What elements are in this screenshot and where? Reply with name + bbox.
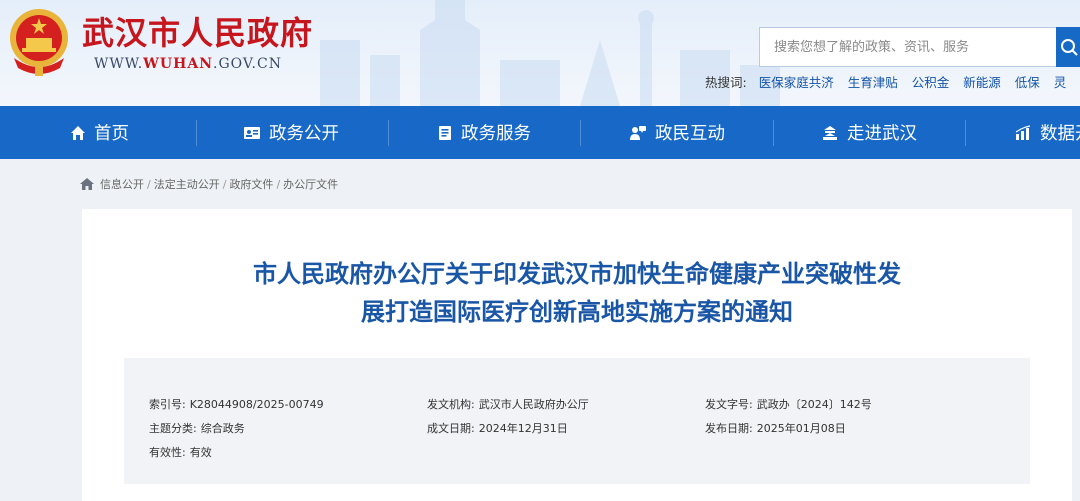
breadcrumb-separator: / — [147, 177, 151, 191]
search-button[interactable] — [1056, 27, 1080, 67]
nav-item-open-data[interactable]: 数据开 — [1014, 106, 1080, 159]
meta-label: 发文机构: — [427, 398, 475, 411]
breadcrumb-home[interactable] — [80, 178, 94, 190]
home-icon — [80, 178, 94, 190]
meta-value: 武汉市人民政府办公厅 — [478, 398, 589, 411]
meta-topic: 主题分类: 综合政务 — [149, 420, 245, 436]
domain-suffix: .GOV.CN — [213, 56, 282, 72]
hot-search-label: 热搜词: — [705, 74, 747, 90]
nav-divider — [196, 120, 197, 146]
people-chat-icon — [630, 125, 646, 140]
nav-divider — [965, 120, 966, 146]
national-emblem-icon — [10, 9, 68, 76]
meta-label: 有效性: — [149, 446, 186, 459]
nav-item-gov-affairs[interactable]: 政务公开 — [243, 106, 339, 159]
breadcrumb-separator: / — [222, 177, 227, 191]
hot-word-link[interactable]: 公积金 — [912, 72, 950, 91]
meta-label: 主题分类: — [149, 422, 197, 435]
breadcrumb-item[interactable]: 办公厅文件 — [283, 176, 338, 192]
meta-value: 武政办〔2024〕142号 — [756, 398, 872, 411]
document-meta-panel: 索引号: K28044908/2025-00749 发文机构: 武汉市人民政府办公厅… — [124, 358, 1030, 484]
nav-label: 政务服务 — [461, 124, 531, 144]
nav-label: 数据开 — [1040, 124, 1080, 144]
nav-label: 首页 — [94, 124, 129, 144]
nav-label: 走进武汉 — [847, 124, 917, 144]
site-domain[interactable]: WWW.WUHAN.GOV.CN — [94, 56, 282, 72]
nav-divider — [388, 120, 389, 146]
bar-chart-icon — [1015, 124, 1031, 140]
meta-index: 索引号: K28044908/2025-00749 — [149, 396, 324, 412]
document-title-line: 市人民政府办公厅关于印发武汉市加快生命健康产业突破性发 — [253, 260, 901, 288]
meta-value: 综合政务 — [200, 422, 245, 435]
meta-published-date: 发布日期: 2025年01月08日 — [705, 420, 846, 436]
meta-issuer: 发文机构: 武汉市人民政府办公厅 — [427, 396, 589, 412]
nav-label: 政民互动 — [655, 124, 725, 144]
site-header: 武汉市人民政府 WWW.WUHAN.GOV.CN 热搜词: 医保家庭共济 生育津… — [0, 0, 1080, 106]
meta-value: 2024年12月31日 — [478, 422, 568, 435]
domain-brand: WUHAN — [143, 56, 213, 72]
landmark-icon — [823, 125, 837, 140]
domain-prefix: WWW. — [94, 56, 144, 72]
meta-label: 成文日期: — [427, 422, 475, 435]
meta-created-date: 成文日期: 2024年12月31日 — [427, 420, 568, 436]
nav-divider — [773, 120, 774, 146]
hot-word-link[interactable]: 生育津贴 — [848, 72, 898, 91]
search-icon — [1061, 39, 1078, 56]
main-nav: 首页 政务公开 政务服务 政民互动 走进武汉 数据 — [0, 106, 1080, 159]
hot-word-link[interactable]: 灵 — [1054, 72, 1067, 91]
hot-word-link[interactable]: 新能源 — [963, 72, 1001, 91]
nav-item-about-wuhan[interactable]: 走进武汉 — [821, 106, 917, 159]
meta-label: 索引号: — [149, 398, 186, 411]
meta-value: K28044908/2025-00749 — [189, 398, 324, 411]
document-card: 市人民政府办公厅关于印发武汉市加快生命健康产业突破性发 展打造国际医疗创新高地实… — [82, 209, 1072, 501]
nav-item-gov-services[interactable]: 政务服务 — [437, 106, 531, 159]
nav-item-home[interactable]: 首页 — [70, 106, 129, 159]
breadcrumb-item[interactable]: 法定主动公开 — [154, 176, 220, 192]
hot-word-link[interactable]: 医保家庭共济 — [759, 72, 834, 91]
breadcrumb-item[interactable]: 信息公开 — [100, 176, 144, 192]
id-card-icon — [244, 126, 260, 139]
hot-search-row: 热搜词: 医保家庭共济 生育津贴 公积金 新能源 低保 灵 — [705, 72, 1080, 90]
meta-validity: 有效性: 有效 — [149, 444, 212, 460]
breadcrumb-item[interactable]: 政府文件 — [229, 176, 273, 192]
document-title-line: 展打造国际医疗创新高地实施方案的通知 — [361, 298, 793, 326]
document-icon — [439, 125, 451, 140]
document-title: 市人民政府办公厅关于印发武汉市加快生命健康产业突破性发 展打造国际医疗创新高地实… — [82, 255, 1072, 331]
nav-label: 政务公开 — [269, 124, 339, 144]
site-title[interactable]: 武汉市人民政府 — [82, 8, 313, 54]
home-icon — [71, 125, 85, 140]
meta-value: 2025年01月08日 — [756, 422, 846, 435]
nav-item-interaction[interactable]: 政民互动 — [629, 106, 725, 159]
search-box — [759, 27, 1080, 67]
nav-divider — [580, 120, 581, 146]
breadcrumb-separator: / — [276, 177, 281, 191]
meta-doc-number: 发文字号: 武政办〔2024〕142号 — [705, 396, 872, 412]
hot-word-link[interactable]: 低保 — [1015, 72, 1040, 91]
breadcrumb: 信息公开 / 法定主动公开 / 政府文件 / 办公厅文件 — [80, 176, 338, 192]
meta-label: 发文字号: — [705, 398, 753, 411]
search-input[interactable] — [760, 28, 1056, 66]
meta-value: 有效 — [189, 446, 212, 459]
meta-label: 发布日期: — [705, 422, 753, 435]
